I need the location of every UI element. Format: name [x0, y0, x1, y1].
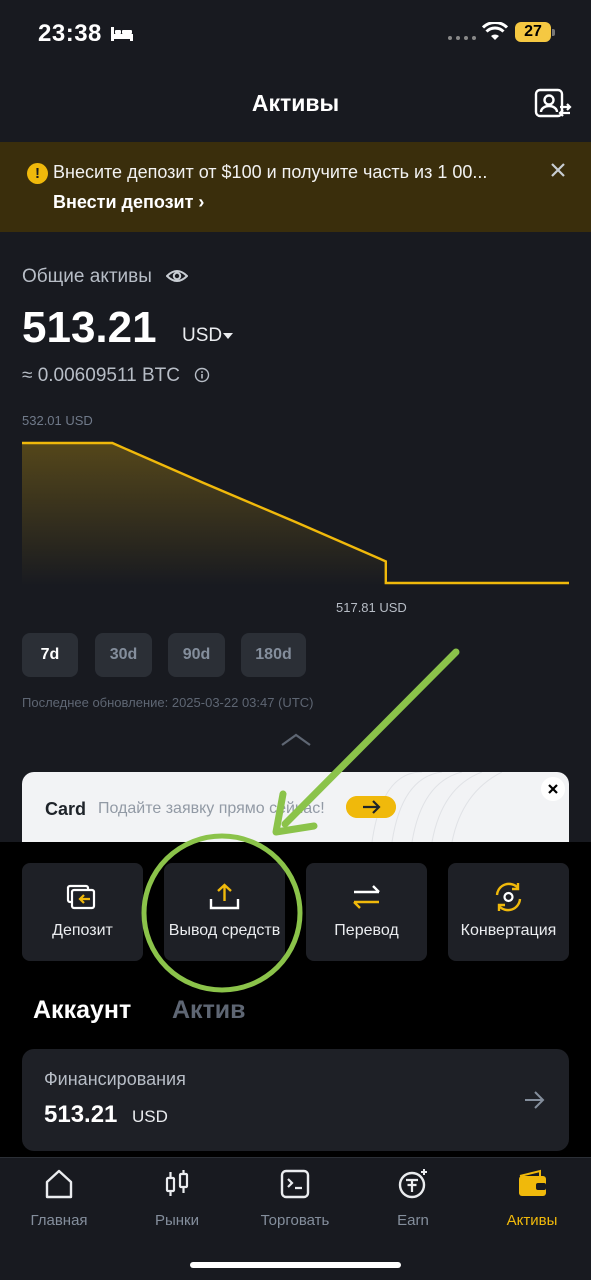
period-90d[interactable]: 90d: [168, 633, 225, 677]
wallet-icon: [519, 1169, 546, 1196]
last-updated: Последнее обновление: 2025-03-22 03:47 (…: [22, 695, 314, 710]
home-indicator: [190, 1262, 401, 1268]
info-icon[interactable]: [194, 367, 210, 383]
total-assets-label: Общие активы: [22, 266, 152, 287]
period-180d[interactable]: 180d: [241, 633, 306, 677]
nav-markets-label: Рынки: [154, 1212, 199, 1229]
wifi-icon: [482, 22, 508, 40]
funding-value: 513.21: [44, 1101, 118, 1128]
card-promo[interactable]: Card Подайте заявку прямо сейчас!: [22, 772, 569, 842]
promo-text: Подайте заявку прямо сейчас!: [98, 800, 325, 817]
withdraw-button[interactable]: Вывод средств: [164, 863, 285, 961]
chart-area: [22, 443, 569, 586]
status-time: 23:38: [38, 20, 102, 47]
deposit-promo-banner[interactable]: ! Внесите депозит от $100 и получите час…: [0, 142, 591, 232]
page-title: Активы: [251, 90, 340, 116]
sleep-mode-icon: [111, 27, 133, 41]
close-icon[interactable]: [548, 160, 568, 180]
home-icon: [45, 1169, 73, 1199]
signal-icon: [448, 36, 476, 40]
nav-home-label: Главная: [30, 1212, 88, 1229]
withdraw-label: Вывод средств: [168, 922, 281, 939]
currency-selector[interactable]: USD: [182, 325, 222, 347]
period-30d[interactable]: 30d: [95, 633, 152, 677]
tab-account[interactable]: Аккаунт: [33, 996, 131, 1025]
deposit-button[interactable]: Депозит: [22, 863, 143, 961]
convert-label: Конвертация: [460, 922, 557, 939]
nav-home[interactable]: Главная: [9, 1168, 109, 1232]
transfer-label: Перевод: [334, 922, 399, 939]
trade-icon: [280, 1169, 310, 1199]
chevron-up-icon[interactable]: [280, 732, 312, 748]
arrow-right-icon[interactable]: [522, 1089, 546, 1111]
banner-text: Внесите депозит от $100 и получите часть…: [53, 162, 488, 182]
assets-screen: 23:38 27 Активы ! Внесите депозит от $10…: [0, 0, 591, 842]
deposit-icon: [66, 884, 96, 910]
transfer-button[interactable]: Перевод: [306, 863, 427, 961]
convert-icon: [495, 882, 522, 912]
account-switch-icon[interactable]: [534, 88, 572, 120]
period-7d[interactable]: 7d: [22, 633, 78, 677]
transfer-icon: [353, 885, 380, 909]
nav-earn-label: Earn: [397, 1212, 429, 1229]
tab-asset[interactable]: Актив: [172, 996, 246, 1025]
nav-markets[interactable]: Рынки: [127, 1168, 227, 1232]
arrow-right-icon[interactable]: [346, 796, 396, 818]
earn-icon: [398, 1169, 427, 1199]
chevron-down-icon[interactable]: [223, 333, 233, 339]
funding-account-row[interactable]: Финансирования 513.21 USD: [22, 1049, 569, 1151]
eye-icon[interactable]: [166, 266, 188, 286]
withdraw-icon: [209, 883, 240, 910]
nav-earn[interactable]: Earn: [363, 1168, 463, 1232]
promo-close-icon[interactable]: [541, 777, 565, 801]
total-assets-value: 513.21: [22, 303, 157, 352]
battery-tip: [552, 29, 555, 36]
deposit-label: Депозит: [52, 922, 113, 939]
funding-currency: USD: [132, 1107, 168, 1126]
nav-trade[interactable]: Торговать: [245, 1168, 345, 1232]
nav-trade-label: Торговать: [260, 1212, 330, 1229]
nav-assets-label: Активы: [506, 1212, 558, 1229]
promo-title: Card: [45, 799, 87, 819]
battery-indicator: 27: [515, 22, 551, 42]
nav-assets[interactable]: Активы: [482, 1168, 582, 1232]
btc-equivalent: ≈ 0.00609511 BTC: [22, 365, 180, 386]
deposit-link[interactable]: Внести депозит ›: [53, 192, 204, 213]
convert-button[interactable]: Конвертация: [448, 863, 569, 961]
markets-icon: [165, 1170, 189, 1196]
warning-icon: !: [27, 163, 48, 184]
asset-chart: [22, 441, 569, 586]
funding-label: Финансирования: [44, 1069, 186, 1089]
chart-min-label: 517.81 USD: [336, 600, 407, 615]
